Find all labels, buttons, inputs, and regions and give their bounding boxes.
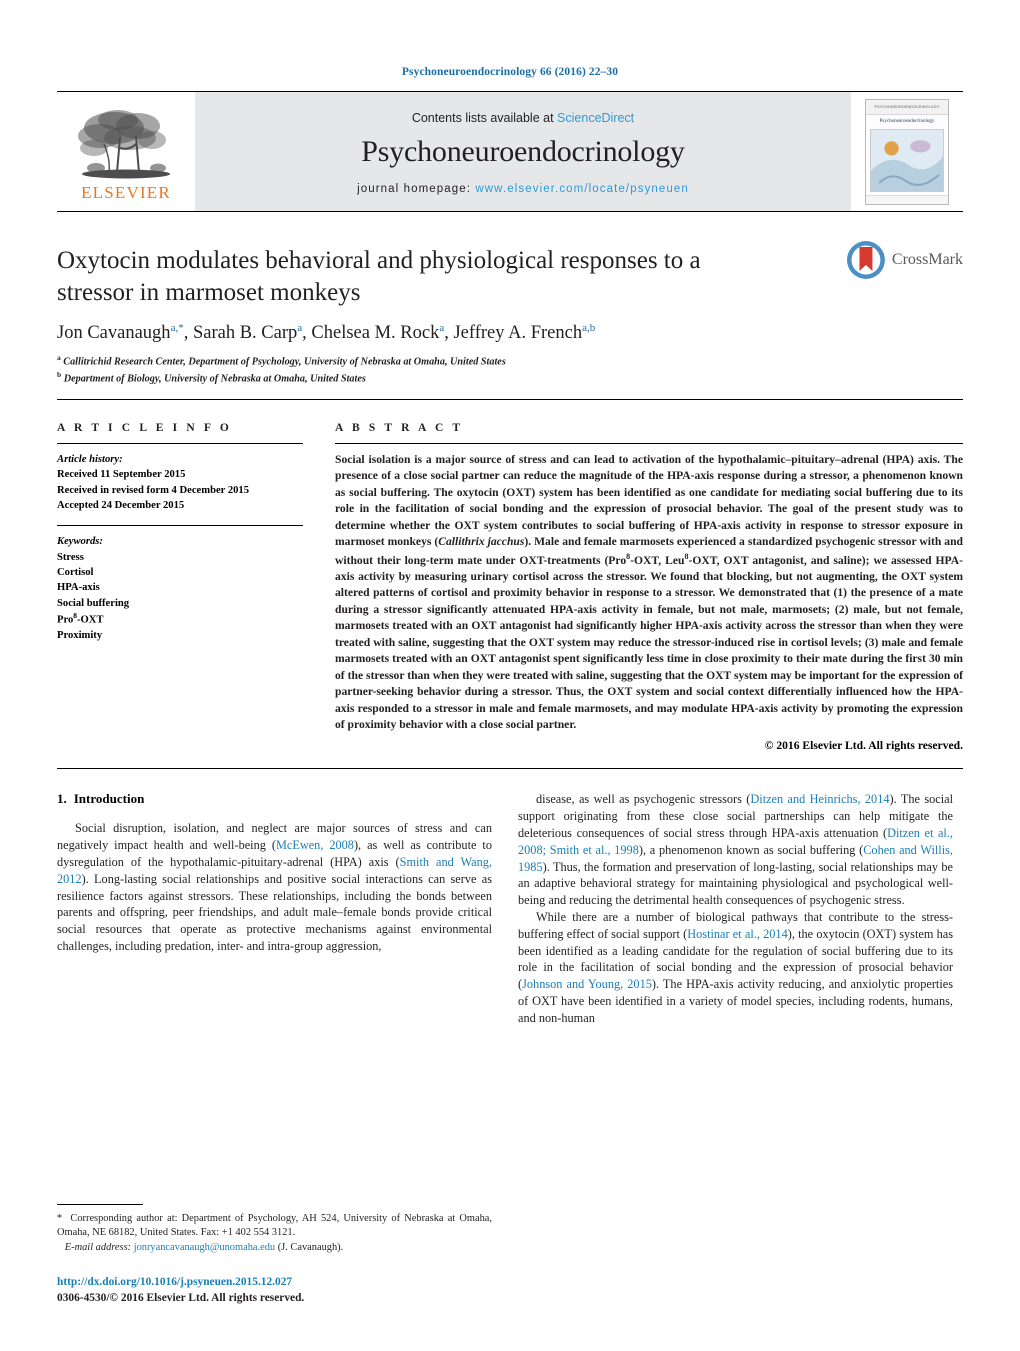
journal-homepage-line: journal homepage: www.elsevier.com/locat… <box>357 183 689 195</box>
sciencedirect-link[interactable]: ScienceDirect <box>557 111 634 125</box>
keyword-item: Pro8-OXT <box>57 611 104 626</box>
body-column-right: disease, as well as psychogenic stressor… <box>518 791 953 1026</box>
affiliation-a: a Callitrichid Research Center, Departme… <box>57 353 506 368</box>
keyword-item: Proximity <box>57 630 103 642</box>
title-block: Oxytocin modulates behavioral and physio… <box>57 212 963 400</box>
divider <box>335 442 963 444</box>
keyword-item: Cortisol <box>57 567 94 579</box>
abstract-copyright: © 2016 Elsevier Ltd. All rights reserved… <box>764 739 963 753</box>
homepage-prefix: journal homepage: <box>357 182 472 195</box>
article-history: Article history: Received 11 September 2… <box>57 452 303 513</box>
homepage-url[interactable]: www.elsevier.com/locate/psyneuen <box>475 183 689 195</box>
paragraph: While there are a number of biological p… <box>518 909 954 1025</box>
info-abstract-section: A R T I C L E I N F O Article history: R… <box>57 400 963 770</box>
divider <box>57 442 303 444</box>
cover-artwork <box>870 128 944 193</box>
page-title: Oxytocin modulates behavioral and physio… <box>57 247 701 306</box>
history-item: Accepted 24 December 2015 <box>57 499 185 511</box>
elsevier-logo: ELSEVIER <box>57 92 195 211</box>
abstract-heading: A B S T R A C T <box>335 421 464 434</box>
abstract-column: A B S T R A C T Social isolation is a ma… <box>335 421 963 753</box>
divider <box>57 525 303 527</box>
article-info-heading: A R T I C L E I N F O <box>57 421 232 434</box>
section-heading-introduction: 1. Introduction <box>57 791 492 807</box>
corresponding-author-footnote: * Corresponding author at: Department of… <box>57 1203 492 1255</box>
paragraph: Social disruption, isolation, and neglec… <box>57 821 492 953</box>
contents-prefix: Contents lists available at <box>411 110 554 125</box>
affiliation-a-text: Callitrichid Research Center, Department… <box>63 356 506 368</box>
issn-copyright-line: 0306-4530/© 2016 Elsevier Ltd. All right… <box>57 1292 305 1305</box>
elsevier-tree-icon <box>74 104 178 184</box>
email-suffix: (J. Cavanaugh). <box>277 1241 344 1253</box>
cover-footer <box>866 195 948 204</box>
body-columns: 1. Introduction Social disruption, isolat… <box>57 791 963 1026</box>
crossmark-label: CrossMark <box>891 251 963 268</box>
history-item: Received in revised form 4 December 2015 <box>57 484 250 496</box>
affiliation-b: b Department of Biology, University of N… <box>57 370 366 385</box>
paper-page: Psychoneuroendocrinology 66 (2016) 22–30 <box>0 0 1020 1351</box>
journal-cover-thumbnail: PSYCHONEUROENDOCRINOLOGY Psychoneuroendo… <box>851 92 963 211</box>
journal-title: Psychoneuroendocrinology <box>361 134 685 168</box>
article-history-label: Article history: <box>57 453 123 465</box>
paragraph: disease, as well as psychogenic stressor… <box>518 792 954 908</box>
footnote-divider <box>57 1203 143 1205</box>
cover-image: PSYCHONEUROENDOCRINOLOGY Psychoneuroendo… <box>865 98 949 205</box>
crossmark-icon <box>846 241 885 279</box>
body-column-left: 1. Introduction Social disruption, isolat… <box>57 791 492 1026</box>
journal-masthead: ELSEVIER Contents lists available at Sci… <box>57 91 963 212</box>
keyword-item: HPA-axis <box>57 582 100 594</box>
footnote-email-line: E-mail address: jonryancavanaugh@unomaha… <box>57 1241 492 1255</box>
masthead-center: Contents lists available at ScienceDirec… <box>195 92 851 211</box>
running-head: Psychoneuroendocrinology 66 (2016) 22–30 <box>401 66 619 78</box>
abstract-text: Social isolation is a major source of st… <box>335 452 963 732</box>
crossmark-badge[interactable]: CrossMark <box>845 238 963 282</box>
contents-lists-line: Contents lists available at ScienceDirec… <box>412 111 634 125</box>
footnote-text: * Corresponding author at: Department of… <box>57 1212 492 1239</box>
keywords-label: Keywords: <box>57 536 103 548</box>
affiliation-b-text: Department of Biology, University of Neb… <box>63 373 366 385</box>
email-link[interactable]: jonryancavanaugh@unomaha.edu <box>134 1242 275 1253</box>
cover-title: Psychoneuroendocrinology <box>879 119 935 125</box>
keyword-item: Social buffering <box>57 597 130 609</box>
publication-meta: http://dx.doi.org/10.1016/j.psyneuen.201… <box>57 1274 557 1307</box>
section-number: 1. <box>57 791 67 807</box>
history-item: Received 11 September 2015 <box>57 469 186 481</box>
keywords-block: Keywords: Stress Cortisol HPA-axis Socia… <box>57 534 303 643</box>
article-info-column: A R T I C L E I N F O Article history: R… <box>57 422 303 753</box>
elsevier-wordmark: ELSEVIER <box>81 183 171 202</box>
doi-link[interactable]: http://dx.doi.org/10.1016/j.psyneuen.201… <box>57 1274 557 1291</box>
email-label: E-mail address: <box>64 1241 132 1253</box>
cover-banner: PSYCHONEUROENDOCRINOLOGY <box>866 99 948 116</box>
section-title: Introduction <box>73 791 145 807</box>
keyword-item: Stress <box>57 551 84 563</box>
author-list: Jon Cavanaugha,*, Sarah B. Carpa, Chelse… <box>57 322 596 344</box>
